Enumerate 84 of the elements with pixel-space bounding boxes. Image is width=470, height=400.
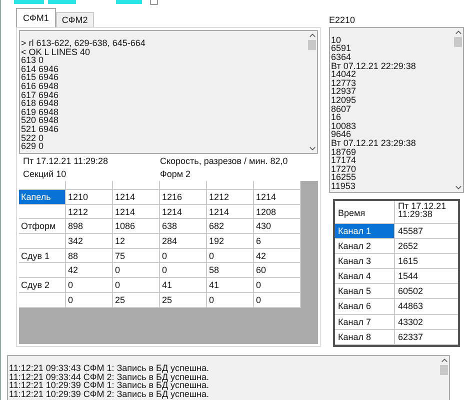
log-line: 8607 [330, 104, 352, 114]
scroll-thumb[interactable] [308, 40, 316, 50]
checkbox[interactable] [150, 0, 158, 5]
channel-name[interactable]: Канал 8 [335, 330, 395, 344]
text-area[interactable]: 10 6591 6364 Вт 07.12.21 22:29:38 14042 12773 12937 12095 8607 16 10083 9646 Вт 07.12.21 23:29:38 18769 17174 17270 16255 11953 [329, 26, 464, 192]
tab[interactable]: СФМ1 [16, 8, 56, 27]
table-cell-text: 43302 [397, 316, 424, 329]
table-cell-text: 1544 [397, 270, 420, 284]
log-line: 617 6946 [20, 90, 60, 100]
log-line: 11953 [330, 182, 356, 191]
log-line: 11:12:21 10:29:39 СФМ 2: Запись в БД успешна. [8, 390, 210, 398]
row-header[interactable]: Капель [19, 190, 66, 205]
speed-label: Скорость, разрезов / мин. 82,0 [160, 157, 288, 165]
log-line: 14042 [330, 70, 356, 79]
table-cell: 25 [113, 292, 160, 308]
log-line: 629 0 [20, 142, 45, 151]
channel-name[interactable]: Канал 1 [335, 224, 395, 238]
log-line: 9646 [330, 130, 352, 139]
table-cell-text: 60502 [397, 285, 424, 298]
channel-name[interactable]: Канал 5 [335, 284, 395, 298]
log-line: 615 6946 [20, 73, 60, 82]
log-line: Вт 07.12.21 23:29:38 [330, 138, 417, 148]
row-header[interactable] [19, 292, 66, 308]
table-cell-text: 44863 [397, 300, 424, 314]
table-cell: 0 [66, 292, 113, 308]
timestamp: Пт 17.12.21 11:29:28 [23, 157, 109, 165]
toolbar-button[interactable] [14, 0, 44, 4]
log-line: 12095 [330, 96, 358, 105]
log-line: 522 0 [20, 134, 45, 142]
table-cell-text: 62337 [397, 330, 424, 344]
channel-name[interactable]: Канал 7 [335, 314, 395, 329]
channel-name[interactable]: Канал 2 [335, 238, 395, 253]
log-line: 11:12:21 09:33:43 СФМ 1: Запись в БД успешна. [8, 364, 210, 373]
log-line: 10 [330, 36, 342, 44]
column-header: Время [335, 200, 395, 222]
scroll-down-icon[interactable] [308, 146, 316, 151]
channel-name[interactable]: Канал 3 [335, 254, 395, 268]
log-line: 12937 [330, 87, 358, 96]
scroll-up-icon[interactable] [308, 33, 316, 38]
scroll-down-icon[interactable] [454, 184, 462, 190]
message-log[interactable]: 11:12:21 09:33:43 СФМ 1: Запись в БД успешна. 11:12:21 09:33:44 СФМ 2: Запись в БД успешна. 11:12:21 10:29:39 СФМ 1: Запись в БД успешна. 11:12:21 10:29:39 СФМ 2: Запись в БД успешна. [7, 355, 450, 400]
table-cell-text: 45587 [397, 224, 424, 238]
log-line: < OK L LINES 40 [20, 48, 90, 56]
scrollbar[interactable] [453, 28, 463, 192]
table-cell: 0 [254, 292, 301, 308]
scrollbar[interactable] [307, 32, 317, 153]
toolbar-button[interactable] [48, 0, 76, 4]
scroll-up-icon[interactable] [454, 30, 462, 35]
toolbar-button[interactable] [116, 0, 142, 4]
log-line: 10083 [330, 122, 358, 130]
table-cell-text: 2652 [397, 240, 420, 253]
channel-name[interactable]: Канал 6 [335, 299, 395, 314]
log-line: 17174 [330, 156, 358, 165]
device-label: E2210 [329, 15, 356, 27]
scroll-thumb[interactable] [454, 36, 462, 47]
column-header: Пт 17.12.21 11:29:38 [397, 200, 448, 220]
log-line: 6364 [330, 53, 352, 62]
log-line: 16255 [330, 173, 358, 182]
scroll-up-icon[interactable] [440, 358, 448, 363]
log-line: 17270 [330, 164, 358, 174]
log-line: > rl 613-622, 629-638, 645-664 [20, 39, 146, 48]
log-line: 11:12:21 10:29:39 СФМ 1: Запись в БД успешна. [8, 381, 210, 390]
log-line: 616 6948 [20, 82, 60, 91]
text-area[interactable]: > rl 613-622, 629-638, 645-664 < OK L LINES 40 613 0 614 6946 615 6946 616 6948 617 6946 618 6948 619 6948 520 6948 521 6946 522 0 629 0 [19, 30, 318, 154]
channel-name[interactable]: Канал 4 [335, 269, 395, 284]
log-line: 18769 [330, 148, 358, 156]
log-line: 618 6948 [20, 99, 60, 108]
log-line: 520 6948 [20, 116, 60, 125]
scroll-thumb[interactable] [440, 365, 448, 375]
log-line: 613 0 [20, 56, 45, 65]
table-cell: 25 [160, 292, 207, 308]
log-line: 619 6948 [20, 108, 60, 116]
sections-label: Секций 10 [23, 170, 68, 178]
log-line: 12773 [330, 78, 358, 88]
forms-label: Форм 2 [160, 170, 191, 178]
log-line: 16 [330, 113, 342, 122]
log-line: 614 6946 [20, 64, 60, 74]
log-line: 6591 [330, 44, 352, 54]
tab[interactable]: СФМ2 [56, 12, 94, 27]
log-line: 521 6946 [20, 124, 60, 134]
log-line: Вт 07.12.21 22:29:38 [330, 62, 417, 70]
table-cell: 0 [207, 292, 254, 308]
log-line: 11:12:21 09:33:44 СФМ 2: Запись в БД успешна. [8, 372, 210, 382]
table-cell-text: 1615 [397, 254, 420, 268]
